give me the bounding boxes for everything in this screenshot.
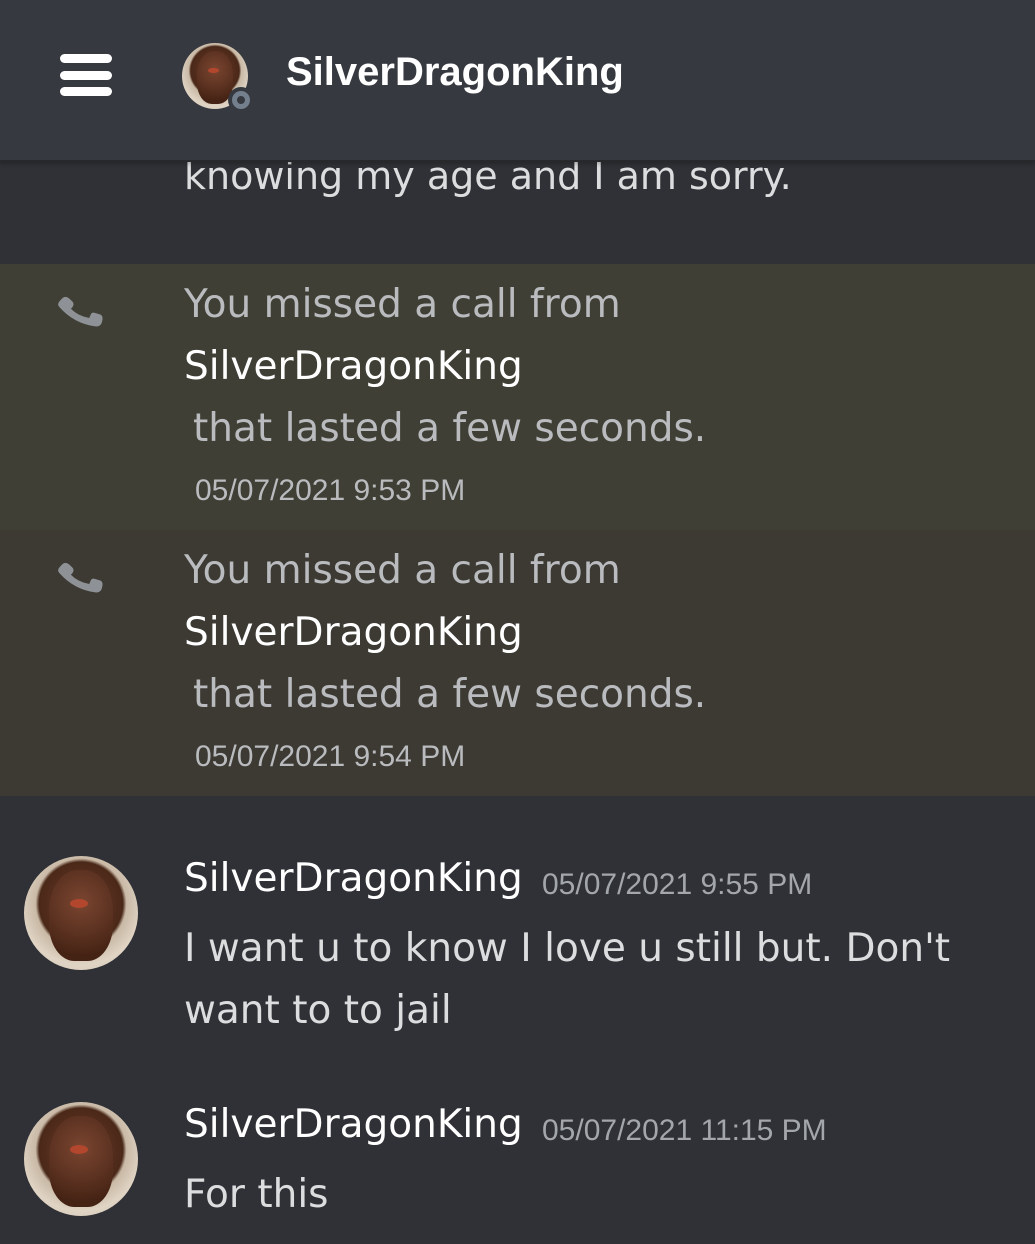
message-author[interactable]: SilverDragonKing <box>184 856 523 901</box>
call-duration: that lasted a few seconds. <box>193 406 707 451</box>
caller-name[interactable]: SilverDragonKing <box>184 344 523 389</box>
call-duration: that lasted a few seconds. <box>193 672 707 717</box>
message-text: For this <box>184 1172 329 1217</box>
avatar-image <box>24 1102 138 1216</box>
call-timestamp: 05/07/2021 9:53 PM <box>195 474 466 507</box>
message-text: I want u to know I love u still but. Don… <box>184 926 951 1033</box>
call-description: You missed a call from <box>184 548 621 593</box>
caller-name[interactable]: SilverDragonKing <box>184 610 523 655</box>
message-author[interactable]: SilverDragonKing <box>184 1102 523 1147</box>
message-group[interactable]: SilverDragonKing 05/07/2021 9:55 PM I wa… <box>0 830 1035 1060</box>
header-avatar[interactable] <box>182 43 254 113</box>
call-timestamp: 05/07/2021 9:54 PM <box>195 740 466 773</box>
avatar-image <box>24 856 138 970</box>
message-timestamp: 05/07/2021 11:15 PM <box>542 1114 827 1147</box>
message-timestamp: 05/07/2021 9:55 PM <box>542 868 813 901</box>
channel-title[interactable]: SilverDragonKing <box>286 50 624 95</box>
avatar[interactable] <box>24 1102 138 1216</box>
missed-call-phone-icon <box>58 562 103 593</box>
channel-header: SilverDragonKing <box>0 0 1035 162</box>
missed-call-row: You missed a call from SilverDragonKing … <box>0 530 1035 796</box>
avatar[interactable] <box>24 856 138 970</box>
missed-call-row: You missed a call from SilverDragonKing … <box>0 264 1035 530</box>
hamburger-menu-icon[interactable] <box>60 54 112 96</box>
missed-call-phone-icon <box>58 296 103 327</box>
message-group[interactable]: SilverDragonKing 05/07/2021 11:15 PM For… <box>0 1076 1035 1244</box>
call-description: You missed a call from <box>184 282 621 327</box>
offline-status-icon <box>228 87 254 113</box>
